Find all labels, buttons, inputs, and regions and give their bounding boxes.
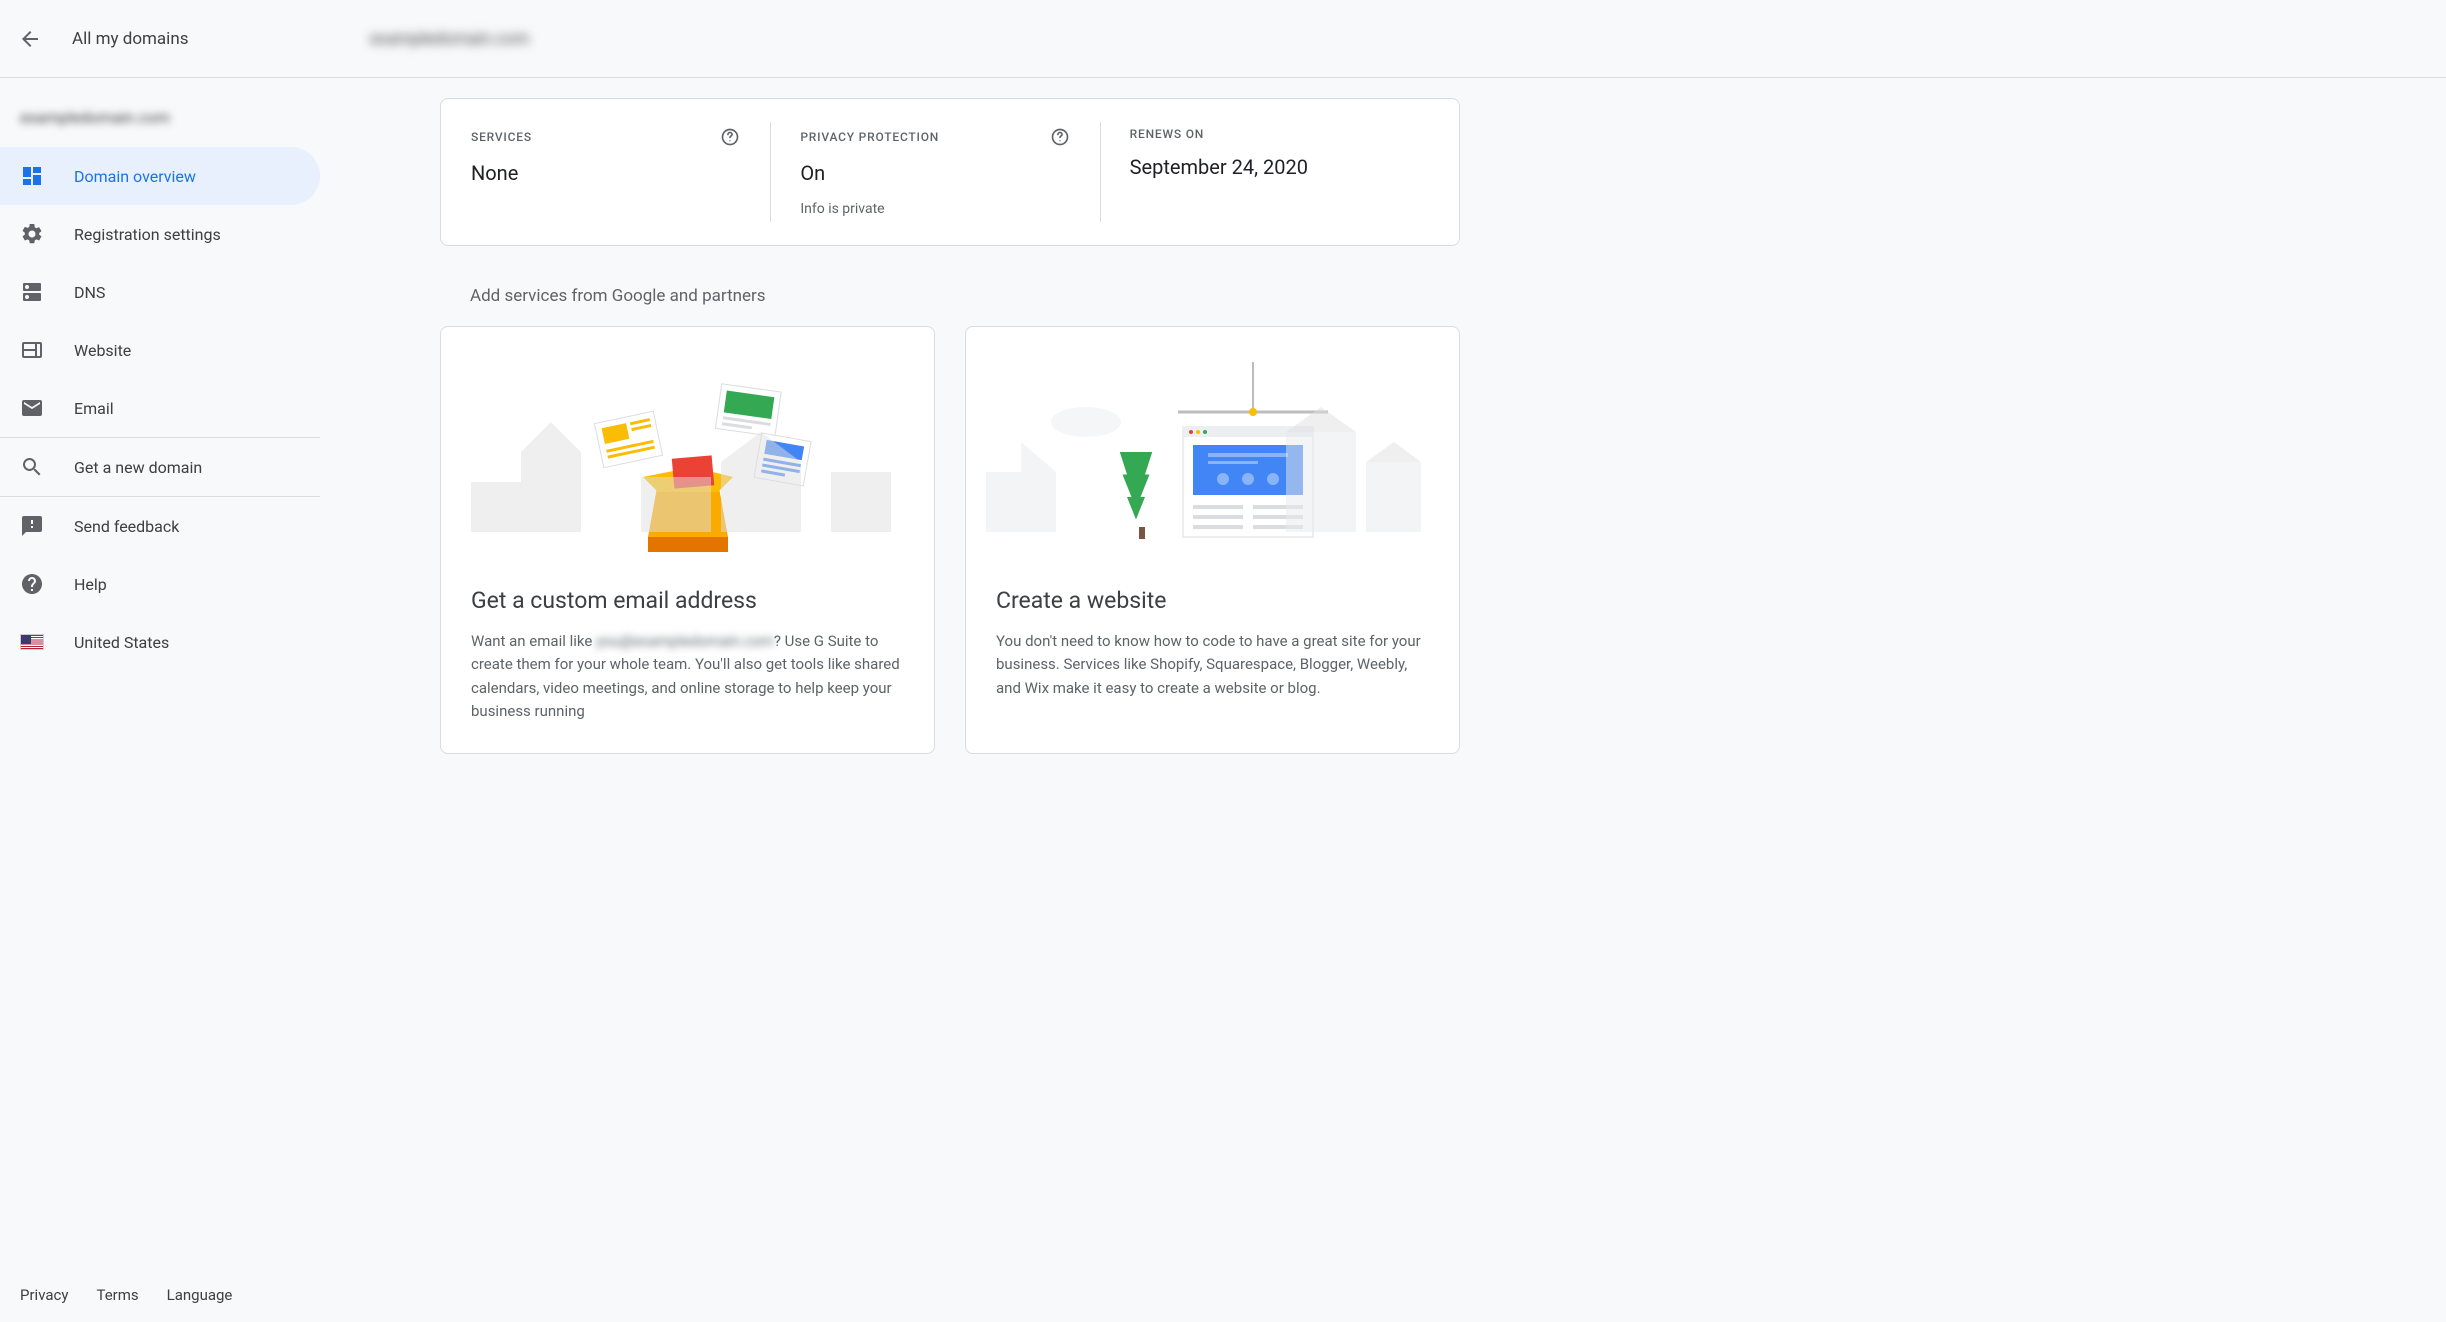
header-title[interactable]: All my domains	[72, 29, 188, 49]
settings-icon	[20, 222, 44, 246]
card-description: You don't need to know how to code to ha…	[966, 630, 1459, 700]
sidebar-item-label: Website	[74, 341, 131, 360]
sidebar-domain-name: exampledomain.com	[0, 98, 320, 137]
web-icon	[20, 338, 44, 362]
help-circle-icon[interactable]	[720, 127, 740, 147]
dashboard-icon	[20, 164, 44, 188]
section-title: Add services from Google and partners	[440, 286, 1460, 306]
sidebar-item-help[interactable]: Help	[0, 555, 320, 613]
summary-label: PRIVACY PROTECTION	[800, 130, 939, 144]
footer-language[interactable]: Language	[167, 1286, 233, 1304]
sidebar-item-send-feedback[interactable]: Send feedback	[0, 497, 320, 555]
footer-privacy[interactable]: Privacy	[20, 1286, 68, 1304]
search-icon	[20, 455, 44, 479]
summary-label: SERVICES	[471, 130, 532, 144]
email-illustration	[441, 327, 934, 587]
summary-value: None	[471, 161, 740, 185]
summary-label: RENEWS ON	[1130, 127, 1204, 141]
help-circle-icon[interactable]	[1050, 127, 1070, 147]
feedback-icon	[20, 514, 44, 538]
summary-privacy: PRIVACY PROTECTION On Info is private	[770, 127, 1099, 217]
summary-value: On	[800, 161, 1069, 185]
sidebar-item-label: Email	[74, 399, 114, 418]
sidebar-item-label: Help	[74, 575, 107, 594]
service-card-email[interactable]: Get a custom email address Want an email…	[440, 326, 935, 754]
website-illustration	[966, 327, 1459, 587]
sidebar-item-label: United States	[74, 633, 169, 652]
us-flag-icon	[20, 630, 44, 654]
sidebar-item-country[interactable]: United States	[0, 613, 320, 671]
summary-renews: RENEWS ON September 24, 2020	[1100, 127, 1429, 217]
main-content: SERVICES None PRIVACY PROTECTION On Info…	[320, 78, 1500, 794]
sidebar-item-label: DNS	[74, 283, 105, 302]
summary-sub: Info is private	[800, 201, 1069, 217]
dns-icon	[20, 280, 44, 304]
sidebar-item-label: Registration settings	[74, 225, 221, 244]
sidebar-item-registration-settings[interactable]: Registration settings	[0, 205, 320, 263]
sidebar-item-email[interactable]: Email	[0, 379, 320, 437]
sidebar: exampledomain.com Domain overview Regist…	[0, 78, 320, 794]
header-domain-name: exampledomain.com	[320, 29, 529, 49]
sidebar-footer: Privacy Terms Language	[0, 1268, 320, 1322]
summary-services: SERVICES None	[471, 127, 770, 217]
card-title: Create a website	[966, 587, 1459, 630]
back-arrow-icon[interactable]	[18, 27, 42, 51]
card-description: Want an email like you@exampledomain.com…	[441, 630, 934, 723]
summary-value: September 24, 2020	[1130, 155, 1399, 179]
footer-terms[interactable]: Terms	[96, 1286, 138, 1304]
sidebar-item-dns[interactable]: DNS	[0, 263, 320, 321]
sidebar-item-website[interactable]: Website	[0, 321, 320, 379]
help-icon	[20, 572, 44, 596]
sidebar-item-label: Domain overview	[74, 167, 196, 186]
summary-card: SERVICES None PRIVACY PROTECTION On Info…	[440, 98, 1460, 246]
sidebar-item-label: Get a new domain	[74, 458, 202, 477]
sidebar-item-label: Send feedback	[74, 517, 179, 536]
sidebar-item-get-new-domain[interactable]: Get a new domain	[0, 438, 320, 496]
email-icon	[20, 396, 44, 420]
card-title: Get a custom email address	[441, 587, 934, 630]
sidebar-item-domain-overview[interactable]: Domain overview	[0, 147, 320, 205]
header: All my domains exampledomain.com	[0, 0, 2446, 78]
service-card-website[interactable]: Create a website You don't need to know …	[965, 326, 1460, 754]
